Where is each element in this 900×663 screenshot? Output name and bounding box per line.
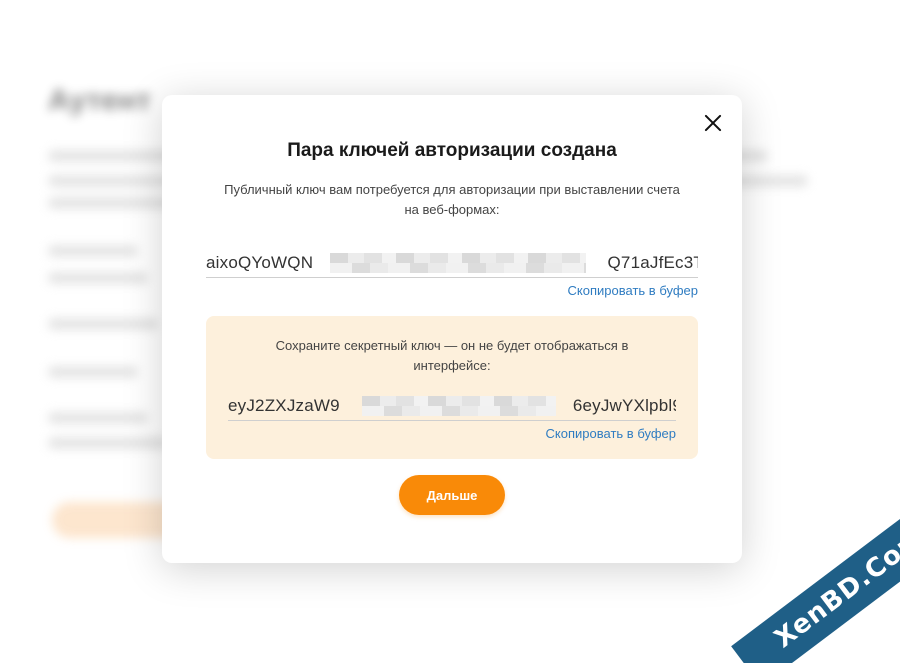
background-text-line	[48, 272, 148, 284]
public-key-field[interactable]: aixoQYoWQN Q71aJfEc3T	[206, 248, 698, 278]
redacted-mask	[330, 253, 586, 273]
background-text-line	[48, 437, 168, 449]
background-title: Аутент	[48, 84, 151, 117]
secret-key-description: Сохраните секретный ключ — он не будет о…	[275, 338, 629, 373]
next-button[interactable]: Дальше	[399, 475, 505, 515]
public-key-start: aixoQYoWQN	[206, 252, 314, 272]
secret-key-field[interactable]: eyJ2ZXJzaW9 6eyJwYXlpbl9	[228, 391, 676, 421]
key-pair-created-dialog: Пара ключей авторизации создана Публичны…	[162, 95, 742, 563]
background-text-line	[48, 245, 138, 257]
background-text-line	[48, 412, 148, 424]
redacted-mask	[362, 396, 556, 416]
secret-key-box: Сохраните секретный ключ — он не будет о…	[206, 316, 698, 459]
dialog-title: Пара ключей авторизации создана	[287, 140, 617, 161]
secret-key-block: eyJ2ZXJzaW9 6eyJwYXlpbl9 Скопировать в б…	[228, 391, 676, 441]
background-text-line	[48, 318, 158, 330]
public-key-description: Публичный ключ вам потребуется для автор…	[224, 182, 680, 217]
copy-public-key-link[interactable]: Скопировать в буфер	[568, 283, 698, 298]
public-key-block: aixoQYoWQN Q71aJfEc3T Скопировать в буфе…	[206, 248, 698, 298]
secret-key-end: 6eyJwYXlpbl9	[572, 395, 676, 415]
background-text-line	[48, 366, 138, 378]
secret-key-start: eyJ2ZXJzaW9	[228, 395, 340, 415]
copy-secret-key-link[interactable]: Скопировать в буфер	[546, 426, 676, 441]
close-icon[interactable]	[700, 110, 726, 136]
public-key-end: Q71aJfEc3T	[607, 252, 699, 272]
